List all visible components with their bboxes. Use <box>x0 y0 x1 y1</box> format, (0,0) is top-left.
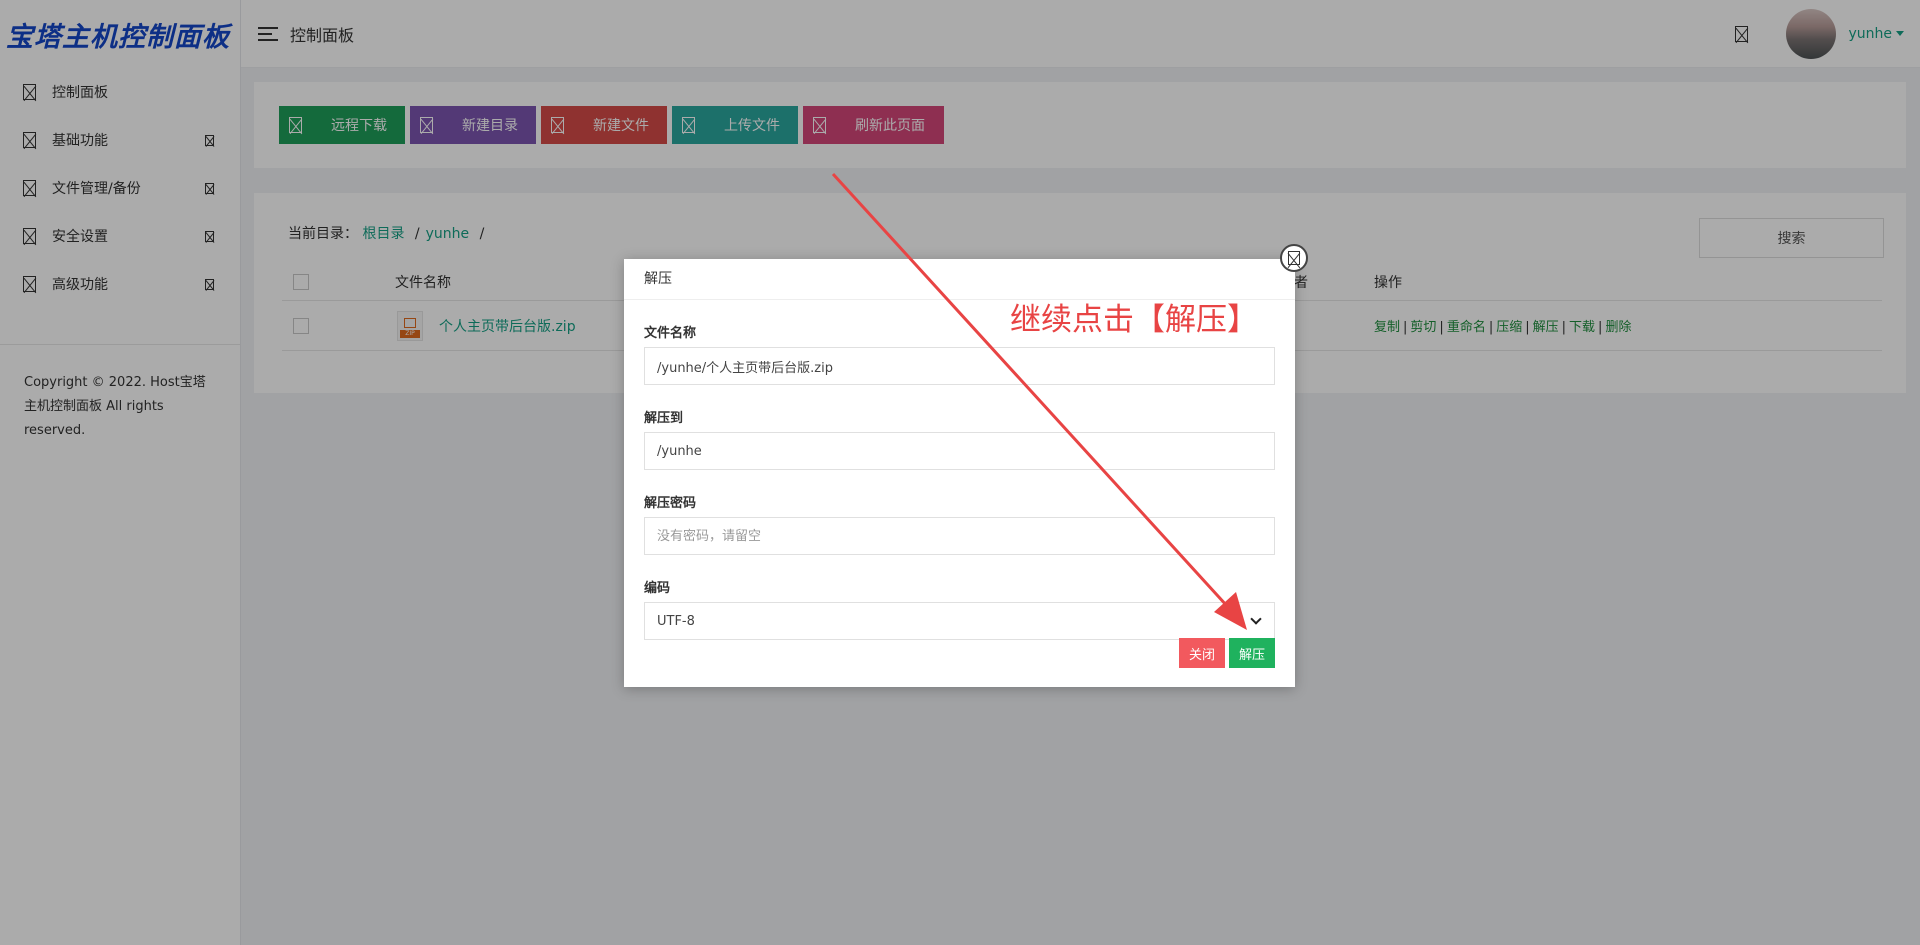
extract-confirm-button[interactable]: 解压 <box>1228 638 1275 668</box>
dialog-body: 文件名称 解压到 解压密码 编码 UTF-8 <box>624 322 1295 640</box>
encoding-select[interactable]: UTF-8 <box>644 602 1275 640</box>
dialog-actions: 关闭 解压 <box>1178 638 1275 668</box>
tutorial-annotation: 继续点击【解压】 <box>1010 302 1258 338</box>
close-button[interactable]: 关闭 <box>1178 638 1225 668</box>
dialog-close-icon[interactable] <box>1280 244 1308 272</box>
close-icon <box>1288 251 1300 265</box>
extract-to-input[interactable] <box>644 432 1275 470</box>
extract-to-label: 解压到 <box>644 411 684 426</box>
encoding-selected-value: UTF-8 <box>657 613 695 629</box>
encoding-label: 编码 <box>644 581 671 596</box>
chevron-down-icon <box>1250 613 1262 625</box>
password-input[interactable] <box>644 517 1275 555</box>
filename-input[interactable] <box>644 347 1275 385</box>
password-label: 解压密码 <box>644 496 697 511</box>
